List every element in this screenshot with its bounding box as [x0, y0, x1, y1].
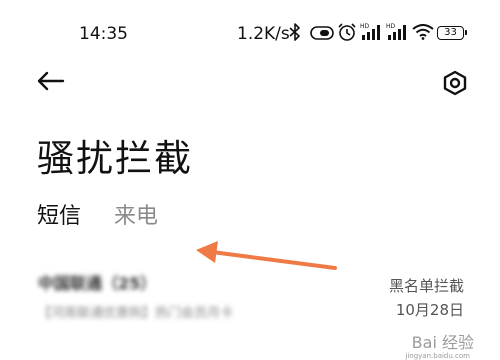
tab-calls[interactable]: 来电 [114, 198, 158, 230]
back-arrow-icon [37, 71, 65, 91]
network-speed: 1.2K/s [237, 24, 290, 44]
battery-icon: 33 [437, 26, 467, 40]
status-bar: 14:35 1.2K/s HD HD 33 [0, 0, 500, 68]
watermark-logo: Bai 经验 [411, 333, 474, 352]
message-snippet: 【河南联通优惠购】热门会员月卡 [38, 306, 234, 321]
block-reason-label: 黑名单拦截 [388, 277, 464, 295]
svg-text:HD: HD [360, 23, 370, 30]
message-date: 10月28日 [395, 301, 464, 319]
back-button[interactable] [30, 67, 70, 103]
alarm-icon [338, 23, 356, 41]
settings-icon [443, 70, 467, 96]
signal-hd-icon: HD [360, 23, 380, 40]
status-time: 14:35 [79, 24, 128, 44]
bluetooth-icon [289, 23, 300, 41]
signal-hd-icon-2: HD [386, 23, 406, 40]
svg-text:HD: HD [386, 23, 396, 30]
tab-sms[interactable]: 短信 [37, 198, 81, 230]
settings-button[interactable] [436, 67, 474, 103]
annotation-arrow-icon [196, 241, 337, 270]
message-sender: 中国联通（25） [38, 274, 157, 293]
page-title: 骚扰拦截 [37, 137, 193, 180]
vibrate-icon [310, 26, 334, 40]
wifi-icon [412, 24, 434, 40]
